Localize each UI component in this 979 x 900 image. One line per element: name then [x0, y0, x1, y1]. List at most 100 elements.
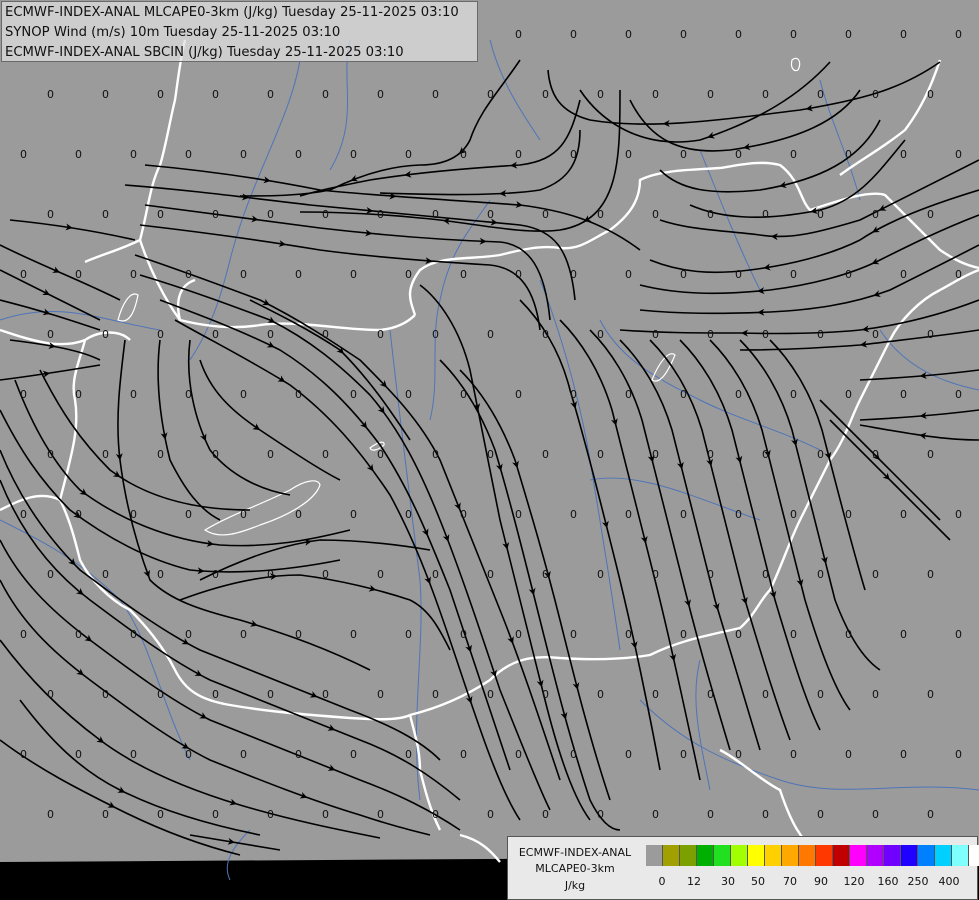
station-value: 0	[460, 748, 467, 761]
station-value: 0	[102, 448, 109, 461]
station-value: 0	[652, 688, 659, 701]
legend-swatch	[663, 845, 680, 866]
station-value: 0	[597, 448, 604, 461]
station-value: 0	[597, 328, 604, 341]
station-value: 0	[707, 688, 714, 701]
station-value: 0	[157, 568, 164, 581]
station-value: 0	[515, 28, 522, 41]
station-value: 0	[212, 688, 219, 701]
station-value: 0	[47, 568, 54, 581]
station-value: 0	[790, 388, 797, 401]
station-value: 0	[900, 28, 907, 41]
station-value: 0	[872, 328, 879, 341]
station-value: 0	[735, 628, 742, 641]
station-value: 0	[240, 748, 247, 761]
station-value: 0	[20, 508, 27, 521]
station-value: 0	[625, 508, 632, 521]
station-value: 0	[515, 628, 522, 641]
map-header: ECMWF-INDEX-ANAL MLCAPE0-3km (J/kg) Tues…	[1, 1, 478, 62]
station-value: 0	[47, 208, 54, 221]
legend-swatch	[748, 845, 765, 866]
station-value: 0	[955, 508, 962, 521]
station-value: 0	[872, 688, 879, 701]
legend-tick-label: 50	[751, 875, 765, 888]
station-value: 0	[295, 748, 302, 761]
station-value: 0	[680, 268, 687, 281]
station-value: 0	[240, 148, 247, 161]
station-value: 0	[707, 448, 714, 461]
station-value: 0	[267, 568, 274, 581]
legend-tick-label: 0	[658, 875, 666, 888]
station-value: 0	[515, 508, 522, 521]
station-value: 0	[350, 268, 357, 281]
station-value: 0	[432, 208, 439, 221]
station-value: 0	[185, 268, 192, 281]
station-value: 0	[460, 148, 467, 161]
legend-tick-label: 90	[814, 875, 828, 888]
station-value: 0	[295, 628, 302, 641]
station-value: 0	[597, 688, 604, 701]
station-value: 0	[762, 448, 769, 461]
station-value: 0	[927, 808, 934, 821]
station-value: 0	[817, 688, 824, 701]
station-value: 0	[432, 328, 439, 341]
station-value: 0	[845, 388, 852, 401]
header-line-synop-wind: SYNOP Wind (m/s) 10m Tuesday 25-11-2025 …	[5, 25, 341, 40]
station-value: 0	[487, 448, 494, 461]
station-value: 0	[47, 328, 54, 341]
station-value: 0	[900, 748, 907, 761]
station-value: 0	[542, 568, 549, 581]
station-value: 0	[20, 628, 27, 641]
station-value: 0	[102, 808, 109, 821]
station-value: 0	[762, 688, 769, 701]
station-value: 0	[240, 268, 247, 281]
station-value: 0	[405, 148, 412, 161]
station-value: 0	[597, 88, 604, 101]
station-value: 0	[212, 208, 219, 221]
legend-swatch	[697, 845, 714, 866]
station-value: 0	[20, 148, 27, 161]
station-value: 0	[157, 208, 164, 221]
station-value: 0	[735, 148, 742, 161]
station-value: 0	[212, 448, 219, 461]
station-value: 0	[432, 568, 439, 581]
station-value: 0	[790, 148, 797, 161]
station-value: 0	[790, 748, 797, 761]
header-line-mlcape: ECMWF-INDEX-ANAL MLCAPE0-3km (J/kg) Tues…	[5, 5, 459, 20]
station-value: 0	[157, 448, 164, 461]
header-line-sbcin: ECMWF-INDEX-ANAL SBCIN (J/kg) Tuesday 25…	[5, 45, 404, 60]
legend-tick-label: 250	[907, 875, 929, 888]
station-value: 0	[680, 748, 687, 761]
station-value: 0	[625, 628, 632, 641]
station-value: 0	[900, 388, 907, 401]
station-value: 0	[762, 568, 769, 581]
station-value: 0	[872, 448, 879, 461]
station-value: 0	[790, 28, 797, 41]
station-value: 0	[707, 808, 714, 821]
station-value: 0	[762, 808, 769, 821]
station-value: 0	[47, 88, 54, 101]
station-value: 0	[377, 808, 384, 821]
station-value: 0	[955, 748, 962, 761]
station-value: 0	[240, 628, 247, 641]
legend-swatch	[731, 845, 748, 866]
station-value: 0	[680, 28, 687, 41]
station-value: 0	[405, 268, 412, 281]
station-value: 0	[955, 628, 962, 641]
station-value: 0	[817, 568, 824, 581]
station-value: 0	[130, 268, 137, 281]
station-value: 0	[817, 88, 824, 101]
station-value: 0	[130, 508, 137, 521]
station-value: 0	[845, 508, 852, 521]
station-value: 0	[460, 268, 467, 281]
station-value: 0	[322, 88, 329, 101]
station-value: 0	[240, 508, 247, 521]
legend-swatch	[799, 845, 816, 866]
station-value: 0	[295, 148, 302, 161]
station-value: 0	[157, 88, 164, 101]
station-value: 0	[927, 568, 934, 581]
station-value: 0	[872, 88, 879, 101]
station-value: 0	[212, 88, 219, 101]
station-value: 0	[405, 508, 412, 521]
station-value: 0	[515, 268, 522, 281]
